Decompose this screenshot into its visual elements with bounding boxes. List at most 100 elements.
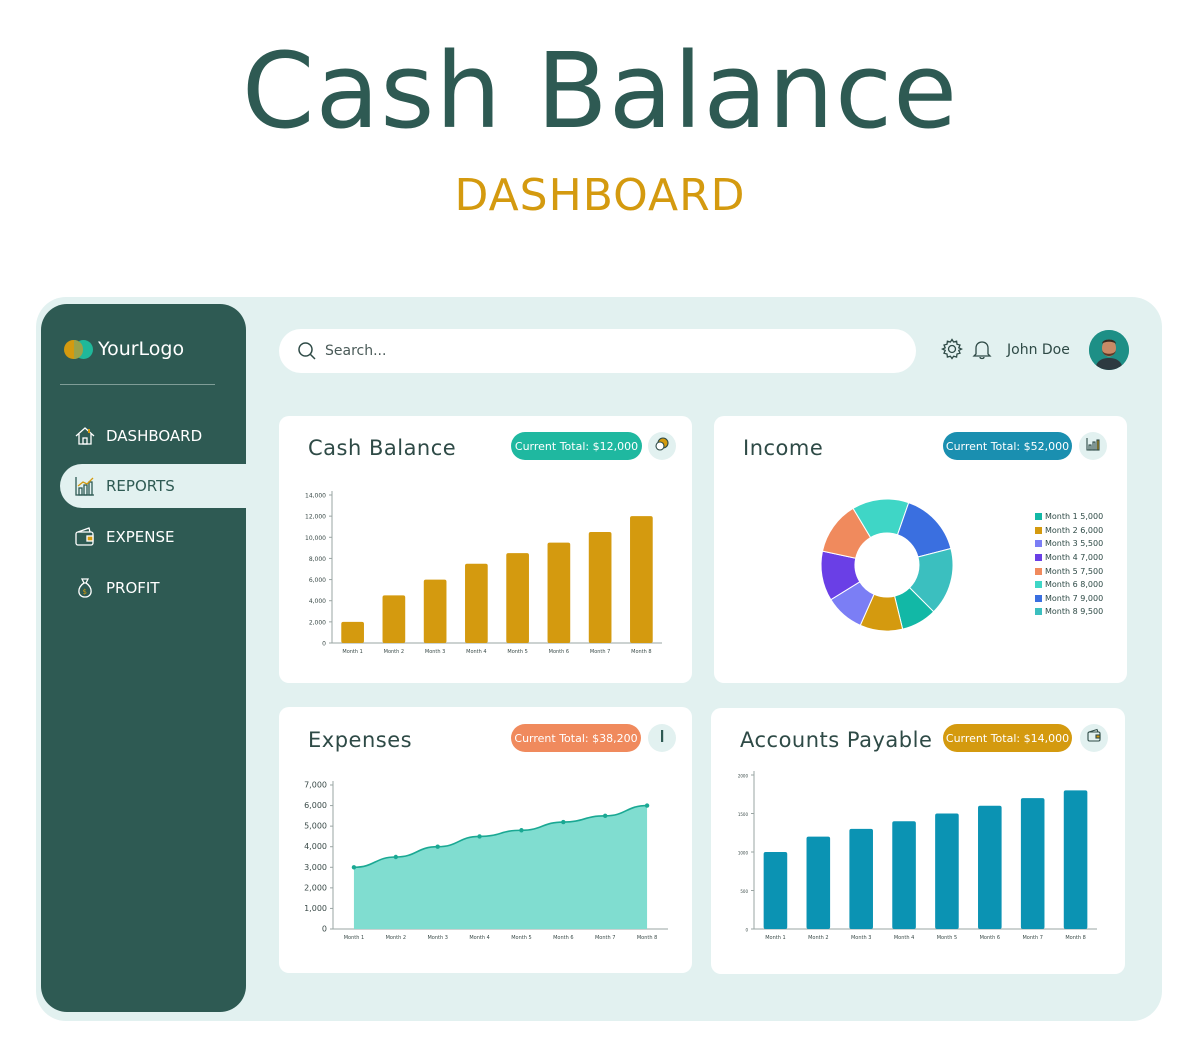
y-tick-label: 14,000 bbox=[305, 493, 326, 500]
bar bbox=[465, 563, 488, 643]
y-tick-label: 0 bbox=[322, 641, 326, 648]
logo-text: YourLogo bbox=[98, 338, 185, 360]
data-point bbox=[602, 813, 608, 819]
legend-entry: Month 4 7,000 bbox=[1035, 551, 1103, 565]
search-bar[interactable] bbox=[279, 329, 916, 373]
legend-entry: Month 1 5,000 bbox=[1035, 510, 1103, 524]
notifications-button[interactable] bbox=[971, 340, 993, 362]
data-point bbox=[393, 854, 399, 860]
legend-label: Month 4 7,000 bbox=[1045, 553, 1104, 563]
logo[interactable]: YourLogo bbox=[64, 338, 184, 360]
x-tick-label: Month 1 bbox=[342, 649, 362, 655]
legend-entry: Month 6 8,000 bbox=[1035, 578, 1103, 592]
sidebar-item-dashboard[interactable]: DASHBOARD bbox=[60, 414, 246, 458]
coins-icon bbox=[654, 436, 670, 456]
legend-label: Month 2 6,000 bbox=[1045, 525, 1104, 535]
y-tick-label: 10,000 bbox=[305, 535, 326, 542]
legend-label: Month 6 8,000 bbox=[1045, 580, 1104, 590]
bar bbox=[1020, 798, 1045, 929]
legend-entry: Month 7 9,000 bbox=[1035, 592, 1103, 606]
current-total-pill[interactable]: Current Total: $38,200 bbox=[511, 724, 641, 752]
legend-swatch bbox=[1035, 554, 1042, 562]
bar bbox=[763, 852, 788, 929]
legend-swatch bbox=[1035, 567, 1042, 575]
sidebar-item-label: DASHBOARD bbox=[106, 427, 203, 445]
x-tick-label: Month 2 bbox=[384, 649, 404, 655]
x-tick-label: Month 6 bbox=[553, 935, 573, 941]
search-input[interactable] bbox=[325, 343, 885, 359]
current-total-pill[interactable]: Current Total: $14,000 bbox=[943, 724, 1072, 752]
card-icon-button[interactable] bbox=[1079, 432, 1107, 460]
sidebar-item-profit[interactable]: $ PROFIT bbox=[60, 566, 246, 610]
user-name[interactable]: John Doe bbox=[1007, 342, 1070, 358]
bell-icon bbox=[971, 338, 993, 364]
legend-swatch bbox=[1035, 513, 1042, 521]
sidebar-item-expense[interactable]: EXPENSE bbox=[60, 515, 246, 559]
money-bag-icon: $ bbox=[72, 575, 98, 601]
bar bbox=[806, 836, 831, 929]
bar bbox=[1063, 790, 1088, 929]
x-tick-label: Month 3 bbox=[425, 649, 445, 655]
x-tick-label: Month 2 bbox=[808, 935, 828, 941]
legend-label: Month 3 5,500 bbox=[1045, 539, 1104, 549]
card-icon-button[interactable] bbox=[648, 432, 676, 460]
x-tick-label: Month 5 bbox=[937, 935, 957, 941]
gear-icon bbox=[941, 338, 963, 364]
bar-chart-icon bbox=[1085, 436, 1101, 456]
current-total-pill[interactable]: Current Total: $12,000 bbox=[511, 432, 642, 460]
pie-slice bbox=[896, 502, 952, 558]
logo-mark-icon bbox=[64, 338, 94, 360]
card-icon-button[interactable] bbox=[648, 724, 676, 752]
bar bbox=[892, 821, 916, 929]
current-total-pill[interactable]: Current Total: $52,000 bbox=[943, 432, 1072, 460]
bar bbox=[506, 553, 529, 643]
y-tick-label: 12,000 bbox=[305, 514, 326, 521]
x-tick-label: Month 6 bbox=[980, 935, 1000, 941]
y-tick-label: 5,000 bbox=[304, 822, 327, 831]
y-tick-label: 7,000 bbox=[304, 781, 327, 790]
legend-swatch bbox=[1035, 608, 1042, 616]
card-title: Cash Balance bbox=[308, 436, 457, 460]
data-point bbox=[435, 844, 440, 849]
bar-chart-icon bbox=[72, 473, 98, 499]
legend-label: Month 7 9,000 bbox=[1045, 593, 1104, 603]
bar bbox=[423, 579, 447, 643]
sidebar bbox=[41, 304, 246, 1012]
area-fill bbox=[353, 805, 648, 929]
data-point bbox=[519, 828, 524, 833]
bar bbox=[341, 621, 364, 643]
y-tick-label: 1,000 bbox=[304, 904, 327, 913]
avatar[interactable] bbox=[1089, 330, 1129, 370]
sidebar-divider bbox=[60, 384, 215, 385]
x-tick-label: Month 4 bbox=[466, 649, 486, 655]
x-tick-label: Month 6 bbox=[549, 649, 569, 655]
legend-label: Month 1 5,000 bbox=[1045, 512, 1104, 522]
accounts-payable-chart: 0 500 1000 1500 2000 Month 1 Month 2 Month 3 Mon… bbox=[738, 771, 1097, 941]
settings-button[interactable] bbox=[941, 338, 963, 364]
card-title: Accounts Payable bbox=[740, 728, 933, 752]
wallet-icon bbox=[72, 524, 98, 550]
bar bbox=[978, 805, 1002, 929]
wallet-icon bbox=[1086, 728, 1102, 748]
income-donut-chart bbox=[820, 498, 954, 632]
y-tick-label: 0 bbox=[745, 928, 748, 933]
bar bbox=[849, 828, 873, 929]
income-legend: Month 1 5,000 Month 2 6,000 Month 3 5,500 M… bbox=[1035, 510, 1103, 619]
search-icon bbox=[297, 341, 317, 361]
expenses-area-chart: 0 1,000 2,000 3,000 4,000 5,000 6,000 7,000 Mont… bbox=[304, 781, 668, 941]
data-point bbox=[477, 834, 482, 839]
card-title: Expenses bbox=[308, 728, 413, 752]
sidebar-item-reports[interactable]: REPORTS bbox=[60, 464, 246, 508]
x-tick-label: Month 8 bbox=[1065, 935, 1085, 941]
pencil-icon bbox=[654, 728, 670, 748]
hero-title: Cash Balance bbox=[241, 30, 959, 152]
x-tick-label: Month 7 bbox=[590, 649, 610, 655]
x-tick-label: Month 4 bbox=[894, 935, 914, 941]
y-tick-label: 1000 bbox=[738, 851, 749, 856]
bar bbox=[935, 813, 959, 929]
y-tick-label: 6,000 bbox=[304, 801, 327, 810]
y-tick-label: 4,000 bbox=[309, 598, 326, 605]
card-icon-button[interactable] bbox=[1080, 724, 1108, 752]
y-tick-label: 3,000 bbox=[304, 863, 327, 872]
x-tick-label: Month 7 bbox=[1022, 935, 1042, 941]
